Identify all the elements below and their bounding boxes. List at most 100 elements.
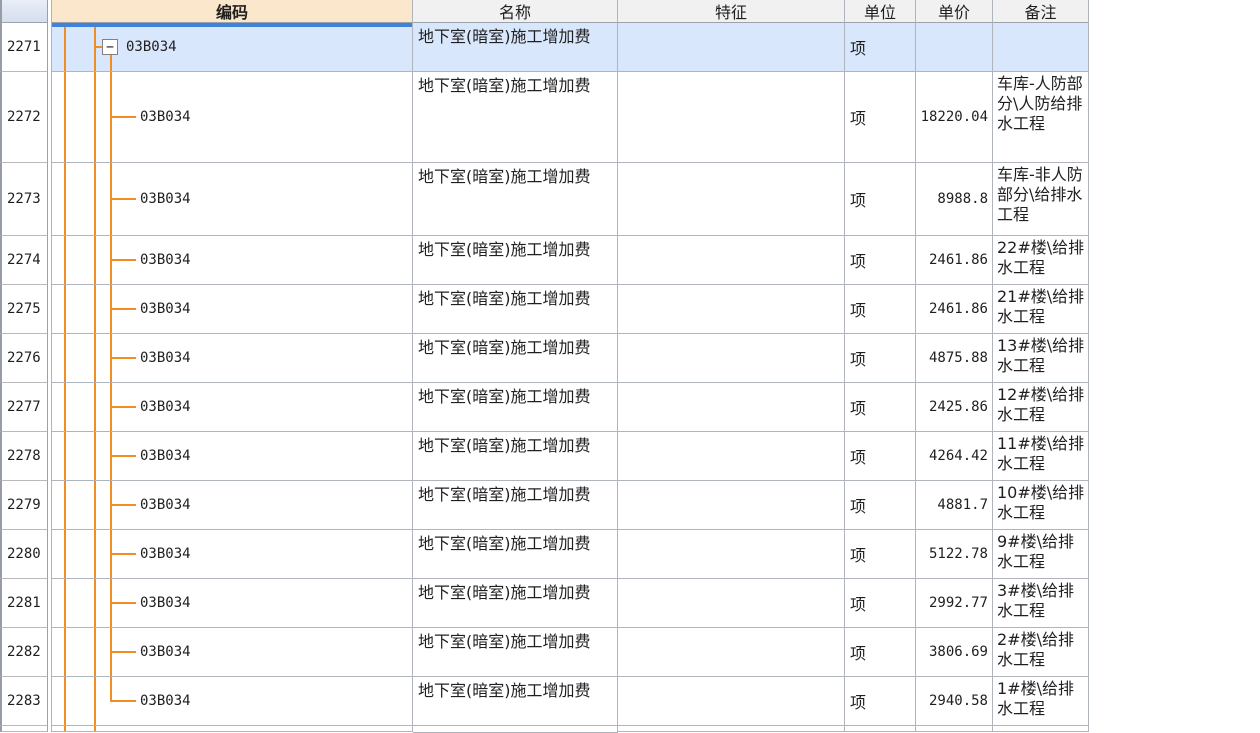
table-row[interactable]: 2275 03B034 地下室(暗室)施工增加费 项 2461.86 21#楼\… <box>0 285 1089 334</box>
feature-cell[interactable] <box>618 481 845 530</box>
feature-cell[interactable] <box>618 163 845 236</box>
note-cell[interactable]: 10#楼\给排水工程 <box>993 481 1089 530</box>
note-cell[interactable] <box>993 726 1089 732</box>
code-cell[interactable]: 03B034 <box>51 163 413 236</box>
note-cell[interactable]: 2#楼\给排水工程 <box>993 628 1089 677</box>
feature-cell[interactable] <box>618 628 845 677</box>
note-cell[interactable]: 12#楼\给排水工程 <box>993 383 1089 432</box>
row-number-cell[interactable]: 2283 <box>0 677 48 726</box>
feature-cell[interactable] <box>618 579 845 628</box>
row-number-cell[interactable]: 2274 <box>0 236 48 285</box>
row-number-cell[interactable]: 2273 <box>0 163 48 236</box>
name-cell[interactable]: 地下室(暗室)施工增加费 <box>413 677 618 726</box>
note-cell[interactable]: 3#楼\给排水工程 <box>993 579 1089 628</box>
name-cell[interactable]: 地下室(暗室)施工增加费 <box>413 23 618 72</box>
table-row[interactable]: 2274 03B034 地下室(暗室)施工增加费 项 2461.86 22#楼\… <box>0 236 1089 285</box>
feature-cell[interactable] <box>618 677 845 726</box>
note-cell[interactable]: 9#楼\给排水工程 <box>993 530 1089 579</box>
code-cell[interactable]: 03B034 <box>51 481 413 530</box>
name-cell[interactable]: 地下室(暗室)施工增加费 <box>413 236 618 285</box>
note-cell[interactable]: 车库-非人防部分\给排水工程 <box>993 163 1089 236</box>
table-row[interactable]: 2282 03B034 地下室(暗室)施工增加费 项 3806.69 2#楼\给… <box>0 628 1089 677</box>
code-cell[interactable] <box>51 726 413 732</box>
column-header-note[interactable]: 备注 <box>993 0 1089 23</box>
code-cell[interactable]: 03B034 <box>51 579 413 628</box>
feature-cell[interactable] <box>618 285 845 334</box>
price-cell[interactable]: 2992.77 <box>916 579 993 628</box>
code-cell[interactable]: 03B034 <box>51 383 413 432</box>
note-cell[interactable]: 22#楼\给排水工程 <box>993 236 1089 285</box>
unit-cell[interactable]: 项 <box>845 383 916 432</box>
unit-cell[interactable]: 项 <box>845 579 916 628</box>
code-cell[interactable]: 03B034 <box>51 72 413 163</box>
note-cell[interactable]: 车库-人防部分\人防给排水工程 <box>993 72 1089 163</box>
unit-cell[interactable]: 项 <box>845 236 916 285</box>
table-row[interactable]: 2279 03B034 地下室(暗室)施工增加费 项 4881.7 10#楼\给… <box>0 481 1089 530</box>
price-cell[interactable] <box>916 23 993 72</box>
code-cell[interactable]: 03B034 <box>51 677 413 726</box>
column-header-unit[interactable]: 单位 <box>845 0 916 23</box>
code-cell[interactable]: 03B034 <box>51 530 413 579</box>
row-number-cell[interactable]: 2282 <box>0 628 48 677</box>
table-row[interactable]: 2276 03B034 地下室(暗室)施工增加费 项 4875.88 13#楼\… <box>0 334 1089 383</box>
table-row[interactable]: 2277 03B034 地下室(暗室)施工增加费 项 2425.86 12#楼\… <box>0 383 1089 432</box>
feature-cell[interactable] <box>618 530 845 579</box>
name-cell[interactable]: 地下室(暗室)施工增加费 <box>413 163 618 236</box>
name-cell[interactable]: 地下室(暗室)施工增加费 <box>413 285 618 334</box>
code-cell[interactable]: 03B034 <box>51 285 413 334</box>
column-header-name[interactable]: 名称 <box>413 0 618 23</box>
unit-cell[interactable]: 项 <box>845 285 916 334</box>
table-row[interactable]: 2271 −03B034 地下室(暗室)施工增加费 项 <box>0 23 1089 72</box>
name-cell[interactable]: 地下室(暗室)施工增加费 <box>413 432 618 481</box>
price-cell[interactable]: 18220.04 <box>916 72 993 163</box>
collapse-icon[interactable]: − <box>102 39 118 55</box>
row-number-cell[interactable]: 2280 <box>0 530 48 579</box>
unit-cell[interactable]: 项 <box>845 72 916 163</box>
corner-header-cell[interactable] <box>0 0 48 23</box>
note-cell[interactable] <box>993 23 1089 72</box>
row-number-cell[interactable] <box>0 726 48 732</box>
name-cell[interactable]: 地下室(暗室)施工增加费 <box>413 72 618 163</box>
note-cell[interactable]: 11#楼\给排水工程 <box>993 432 1089 481</box>
price-cell[interactable]: 4875.88 <box>916 334 993 383</box>
price-cell[interactable]: 2425.86 <box>916 383 993 432</box>
row-number-cell[interactable]: 2281 <box>0 579 48 628</box>
name-cell[interactable]: 地下室(暗室)施工增加费 <box>413 530 618 579</box>
column-header-price[interactable]: 单价 <box>916 0 993 23</box>
note-cell[interactable]: 13#楼\给排水工程 <box>993 334 1089 383</box>
feature-cell[interactable] <box>618 23 845 72</box>
feature-cell[interactable] <box>618 726 845 732</box>
name-cell[interactable]: 地下室(暗室)施工增加费 <box>413 628 618 677</box>
price-cell[interactable] <box>916 726 993 732</box>
unit-cell[interactable]: 项 <box>845 334 916 383</box>
table-row[interactable]: 2283 03B034 地下室(暗室)施工增加费 项 2940.58 1#楼\给… <box>0 677 1089 726</box>
name-cell[interactable]: 地下室(暗室)施工增加费 <box>413 579 618 628</box>
row-number-cell[interactable]: 2277 <box>0 383 48 432</box>
row-number-cell[interactable]: 2271 <box>0 23 48 72</box>
price-cell[interactable]: 4881.7 <box>916 481 993 530</box>
unit-cell[interactable]: 项 <box>845 677 916 726</box>
table-row[interactable]: 2280 03B034 地下室(暗室)施工增加费 项 5122.78 9#楼\给… <box>0 530 1089 579</box>
price-cell[interactable]: 2461.86 <box>916 285 993 334</box>
code-cell[interactable]: 03B034 <box>51 432 413 481</box>
table-row[interactable]: 2278 03B034 地下室(暗室)施工增加费 项 4264.42 11#楼\… <box>0 432 1089 481</box>
code-cell[interactable]: −03B034 <box>51 23 413 72</box>
price-cell[interactable]: 3806.69 <box>916 628 993 677</box>
row-number-cell[interactable]: 2278 <box>0 432 48 481</box>
code-cell[interactable]: 03B034 <box>51 236 413 285</box>
feature-cell[interactable] <box>618 72 845 163</box>
note-cell[interactable]: 21#楼\给排水工程 <box>993 285 1089 334</box>
feature-cell[interactable] <box>618 236 845 285</box>
unit-cell[interactable]: 项 <box>845 628 916 677</box>
name-cell[interactable]: 地下室(暗室)施工增加费 <box>413 481 618 530</box>
table-row[interactable] <box>0 726 1089 733</box>
name-cell[interactable]: 地下室(暗室)施工增加费 <box>413 334 618 383</box>
column-header-code[interactable]: 编码 <box>51 0 413 23</box>
unit-cell[interactable] <box>845 726 916 732</box>
row-number-cell[interactable]: 2272 <box>0 72 48 163</box>
code-cell[interactable]: 03B034 <box>51 628 413 677</box>
column-header-feature[interactable]: 特征 <box>618 0 845 23</box>
unit-cell[interactable]: 项 <box>845 23 916 72</box>
note-cell[interactable]: 1#楼\给排水工程 <box>993 677 1089 726</box>
unit-cell[interactable]: 项 <box>845 432 916 481</box>
